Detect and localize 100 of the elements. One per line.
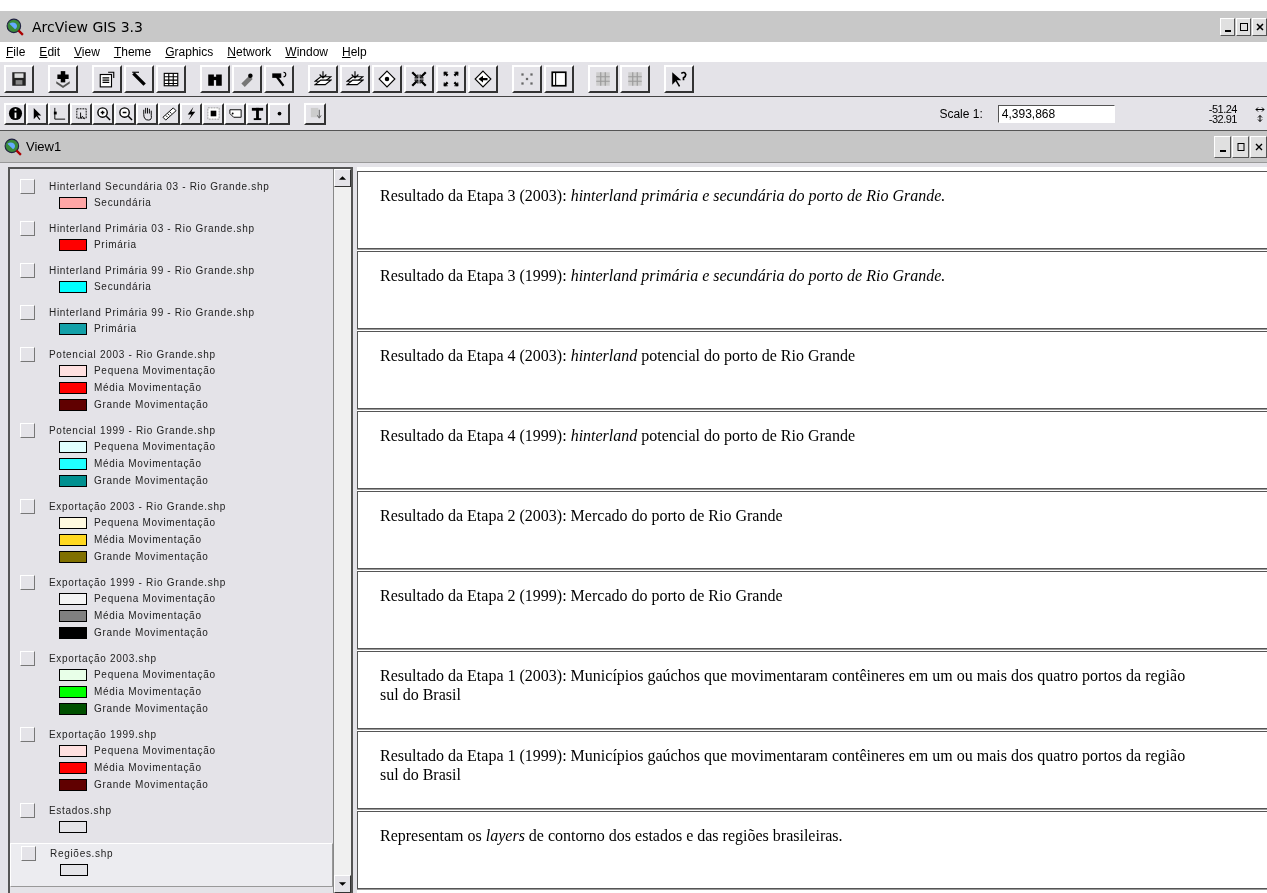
layer-checkbox[interactable] — [20, 179, 35, 194]
vertex-edit-tool-button[interactable] — [48, 102, 70, 125]
layer-entry[interactable]: Exportação 2003.shp Pequena Movimentação Média Movimentação Grande Movimentação — [10, 649, 333, 725]
zoom-in-button[interactable] — [404, 65, 434, 93]
zoom-in-tool-button[interactable] — [92, 102, 114, 125]
menu-item[interactable]: File — [6, 45, 26, 59]
globe-icon — [6, 17, 24, 36]
scale-field[interactable]: 4,393,868 — [997, 104, 1115, 123]
label-icon — [227, 106, 243, 121]
zoom-in-icon — [95, 106, 111, 121]
dots-icon — [518, 70, 536, 88]
layer-name: Exportação 1999.shp — [49, 729, 157, 740]
menu-item[interactable]: View — [74, 45, 100, 59]
layer-checkbox[interactable] — [20, 305, 35, 320]
layer-checkbox[interactable] — [20, 347, 35, 362]
layer-checkbox[interactable] — [20, 803, 35, 818]
hotlink-tool-button[interactable] — [180, 102, 202, 125]
measure-tool-button[interactable] — [158, 102, 180, 125]
maximize-icon — [1235, 141, 1246, 152]
annotation-text: Resultado da Etapa 2 (2003): Mercado do porto de Rio Grande — [380, 507, 783, 524]
minimize-button[interactable] — [1220, 17, 1235, 36]
zoom-active-themes-button[interactable] — [340, 65, 370, 93]
query-button[interactable] — [264, 65, 294, 93]
scroll-down-button[interactable] — [334, 875, 351, 893]
layer-entry[interactable]: Estados.shp — [10, 801, 333, 843]
layer-entry[interactable]: Exportação 1999.shp Pequena Movimentação Média Movimentação Grande Movimentação — [10, 725, 333, 801]
layer-checkbox[interactable] — [20, 575, 35, 590]
vertex-icon — [51, 106, 67, 121]
legend-label: Média Movimentação — [94, 686, 202, 697]
layer-checkbox[interactable] — [20, 423, 35, 438]
layer-entry[interactable]: Hinterland Primária 99 - Rio Grande.shp Secundária — [10, 261, 333, 303]
layer-checkbox[interactable] — [20, 651, 35, 666]
layer-checkbox[interactable] — [21, 846, 36, 861]
pin-icon — [238, 70, 256, 88]
floppy-icon — [10, 70, 28, 88]
ruler-icon — [161, 106, 177, 121]
identify-tool-button[interactable] — [4, 102, 26, 125]
menu-item[interactable]: Help — [342, 45, 367, 59]
zoom-selected-button[interactable] — [372, 65, 402, 93]
hammer-icon — [270, 70, 288, 88]
frame-icon — [550, 70, 568, 88]
open-table-button[interactable] — [156, 65, 186, 93]
text-tool-button[interactable] — [246, 102, 268, 125]
pointer-tool-button[interactable] — [26, 102, 48, 125]
clear-selection-button[interactable] — [544, 65, 574, 93]
window-title: ArcView GIS 3.3 — [32, 18, 143, 35]
scroll-up-button[interactable] — [334, 169, 351, 187]
layer-checkbox[interactable] — [20, 727, 35, 742]
zoom-previous-button[interactable] — [468, 65, 498, 93]
diamond-icon — [378, 70, 396, 88]
annotation-text: Resultado da Etapa 2 (1999): Mercado do porto de Rio Grande — [380, 587, 783, 604]
grid-icon — [626, 70, 644, 88]
zoom-out-tool-button[interactable] — [114, 102, 136, 125]
select-feature-tool-button[interactable] — [70, 102, 92, 125]
theme-properties-button[interactable] — [92, 65, 122, 93]
find-button[interactable] — [200, 65, 230, 93]
draw-point-tool-button[interactable] — [268, 102, 290, 125]
menu-item[interactable]: Graphics — [165, 45, 214, 59]
maximize-button[interactable] — [1232, 135, 1249, 158]
layer-checkbox[interactable] — [20, 263, 35, 278]
layer-entry[interactable]: Hinterland Secundária 03 - Rio Grande.shp Secundária — [10, 177, 333, 219]
zoom-full-extent-button[interactable] — [308, 65, 338, 93]
menu-item[interactable]: Theme — [113, 45, 152, 59]
help-icon — [670, 70, 688, 88]
layer-entry[interactable]: Regiões.shp — [10, 843, 333, 887]
zoom-out-button[interactable] — [436, 65, 466, 93]
back-arrow-icon — [474, 70, 492, 88]
minimize-button[interactable] — [1214, 135, 1231, 158]
scrollbar[interactable] — [333, 169, 351, 893]
add-theme-button[interactable] — [48, 65, 78, 93]
snap-tool-button[interactable] — [304, 102, 326, 125]
text-tool-icon — [249, 106, 265, 121]
layer-entry[interactable]: Potencial 2003 - Rio Grande.shp Pequena Movimentação Média Movimentação Grande Movimentação — [10, 345, 333, 421]
annotation-text: Resultado da Etapa 3 (1999): hinterland primária e secundária do porto de Rio Grande. — [380, 267, 946, 284]
scale-label: Scale 1: — [939, 106, 983, 121]
layer-entry[interactable]: Exportação 1999 - Rio Grande.shp Pequena Movimentação Média Movimentação Grande Movimentação — [10, 573, 333, 649]
maximize-button[interactable] — [1236, 17, 1251, 36]
menu-item[interactable]: Edit — [39, 45, 61, 59]
menu-item[interactable]: Window — [285, 45, 328, 59]
close-icon — [1253, 141, 1264, 152]
layer-entry[interactable]: Exportação 2003 - Rio Grande.shp Pequena Movimentação Média Movimentação Grande Movimentação — [10, 497, 333, 573]
save-button[interactable] — [4, 65, 34, 93]
close-button[interactable] — [1250, 135, 1267, 158]
edit-legend-button[interactable] — [124, 65, 154, 93]
pan-tool-button[interactable] — [136, 102, 158, 125]
layer-checkbox[interactable] — [20, 221, 35, 236]
locate-button[interactable] — [232, 65, 262, 93]
annotation-text: Resultado da Etapa 4 (1999): hinterland potencial do porto de Rio Grande — [380, 427, 855, 444]
select-features-button[interactable] — [512, 65, 542, 93]
menu-item[interactable]: Network — [227, 45, 272, 59]
label-tool-button[interactable] — [224, 102, 246, 125]
layer-entry[interactable]: Hinterland Primária 03 - Rio Grande.shp Primária — [10, 219, 333, 261]
area-of-interest-tool-button[interactable] — [202, 102, 224, 125]
legend-label: Média Movimentação — [94, 610, 202, 621]
layer-entry[interactable]: Hinterland Primária 99 - Rio Grande.shp Primária — [10, 303, 333, 345]
close-button[interactable] — [1252, 17, 1267, 36]
document-icon — [98, 70, 116, 88]
help-button[interactable] — [664, 65, 694, 93]
layer-checkbox[interactable] — [20, 499, 35, 514]
layer-entry[interactable]: Potencial 1999 - Rio Grande.shp Pequena Movimentação Média Movimentação Grande Movimentação — [10, 421, 333, 497]
